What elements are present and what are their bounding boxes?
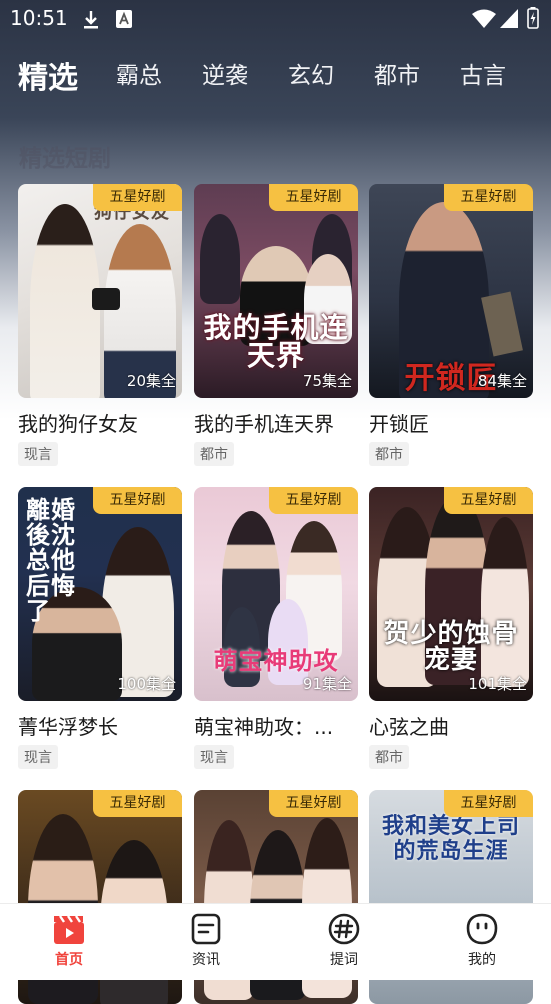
poster-title-art: 離婚後沈总他后悔了: [26, 495, 76, 625]
five-star-badge: 五星好剧: [269, 184, 358, 211]
drama-card[interactable]: 贺少的蚀骨宠妻 五星好剧 101集全 心弦之曲 都市: [369, 487, 533, 769]
five-star-badge: 五星好剧: [93, 790, 182, 817]
tab-featured[interactable]: 精选: [18, 53, 78, 97]
episode-count: 101集全: [468, 675, 527, 693]
drama-card[interactable]: 萌宝神助攻 五星好剧 91集全 萌宝神助攻：... 现言: [194, 487, 358, 769]
battery-icon: [527, 7, 539, 33]
episode-count: 20集全: [126, 372, 176, 390]
genre-tag: 都市: [369, 745, 409, 769]
drama-card[interactable]: 我的手机连天界 五星好剧 75集全 我的手机连天界 都市: [194, 184, 358, 466]
poster-image[interactable]: 贺少的蚀骨宠妻 五星好剧 101集全: [369, 487, 533, 701]
nav-profile-label: 我的: [468, 952, 496, 968]
poster-title-art: 贺少的蚀骨宠妻: [383, 619, 519, 675]
drama-card[interactable]: 开锁匠 五星好剧 84集全 开锁匠 都市: [369, 184, 533, 466]
poster-image[interactable]: 萌宝神助攻 五星好剧 91集全: [194, 487, 358, 701]
poster-title-art: 我的手机连天界: [203, 311, 349, 372]
poster-title-art: 我和美女上司的荒岛生涯: [381, 813, 520, 865]
poster-title-art: 萌宝神助攻: [213, 646, 339, 675]
poster-image[interactable]: 开锁匠 五星好剧 84集全: [369, 184, 533, 398]
card-title: 开锁匠: [369, 412, 429, 436]
card-title: 我的狗仔女友: [18, 412, 138, 436]
card-title: 我的手机连天界: [194, 412, 334, 436]
download-icon: [82, 10, 100, 34]
card-title: 菁华浮梦长: [18, 715, 118, 739]
card-title: 萌宝神助攻：...: [194, 715, 334, 739]
episode-count: 75集全: [302, 372, 352, 390]
five-star-badge: 五星好剧: [93, 487, 182, 514]
notification-a-icon: [116, 10, 132, 32]
nav-home[interactable]: 首页: [29, 912, 109, 969]
genre-tag: 现言: [18, 745, 58, 769]
tab-fantasy[interactable]: 玄幻: [288, 56, 334, 90]
genre-tag: 现言: [18, 442, 58, 466]
poster-image[interactable]: 我的手机连天界 五星好剧 75集全: [194, 184, 358, 398]
signal-icon: [500, 9, 518, 33]
tab-ceo[interactable]: 霸总: [116, 56, 162, 90]
nav-news-label: 资讯: [192, 952, 220, 968]
status-bar: 10:51: [0, 0, 551, 38]
five-star-badge: 五星好剧: [444, 487, 533, 514]
category-tabs: 精选 霸总 逆袭 玄幻 都市 古言: [0, 56, 551, 100]
nav-prompter-label: 提词: [330, 952, 358, 968]
genre-tag: 都市: [194, 442, 234, 466]
episode-count: 91集全: [302, 675, 352, 693]
tab-ancient[interactable]: 古言: [460, 56, 506, 90]
five-star-badge: 五星好剧: [444, 790, 533, 817]
genre-tag: 现言: [194, 745, 234, 769]
status-time: 10:51: [10, 6, 68, 30]
poster-image[interactable]: 狗仔女友 五星好剧 20集全: [18, 184, 182, 398]
nav-news[interactable]: 资讯: [166, 912, 246, 969]
five-star-badge: 五星好剧: [93, 184, 182, 211]
genre-tag: 都市: [369, 442, 409, 466]
smiley-face-icon: [465, 912, 499, 946]
drama-card[interactable]: 離婚後沈总他后悔了 五星好剧 100集全 菁华浮梦长 现言: [18, 487, 182, 769]
episode-count: 84集全: [477, 372, 527, 390]
five-star-badge: 五星好剧: [444, 184, 533, 211]
episode-count: 100集全: [117, 675, 176, 693]
poster-image[interactable]: 離婚後沈总他后悔了 五星好剧 100集全: [18, 487, 182, 701]
hashtag-icon: [327, 912, 361, 946]
tab-urban[interactable]: 都市: [374, 56, 420, 90]
five-star-badge: 五星好剧: [269, 487, 358, 514]
bottom-navigation: 首页 资讯 提词 我的: [0, 903, 551, 980]
clapperboard-icon: [52, 912, 86, 946]
nav-prompter[interactable]: 提词: [304, 912, 384, 969]
document-icon: [189, 912, 223, 946]
five-star-badge: 五星好剧: [269, 790, 358, 817]
wifi-icon: [472, 9, 496, 33]
drama-card[interactable]: 狗仔女友 五星好剧 20集全 我的狗仔女友 现言: [18, 184, 182, 466]
card-title: 心弦之曲: [369, 715, 449, 739]
nav-profile[interactable]: 我的: [442, 912, 522, 969]
tab-comeback[interactable]: 逆袭: [202, 56, 248, 90]
section-title: 精选短剧: [19, 146, 111, 172]
nav-home-label: 首页: [55, 952, 83, 968]
